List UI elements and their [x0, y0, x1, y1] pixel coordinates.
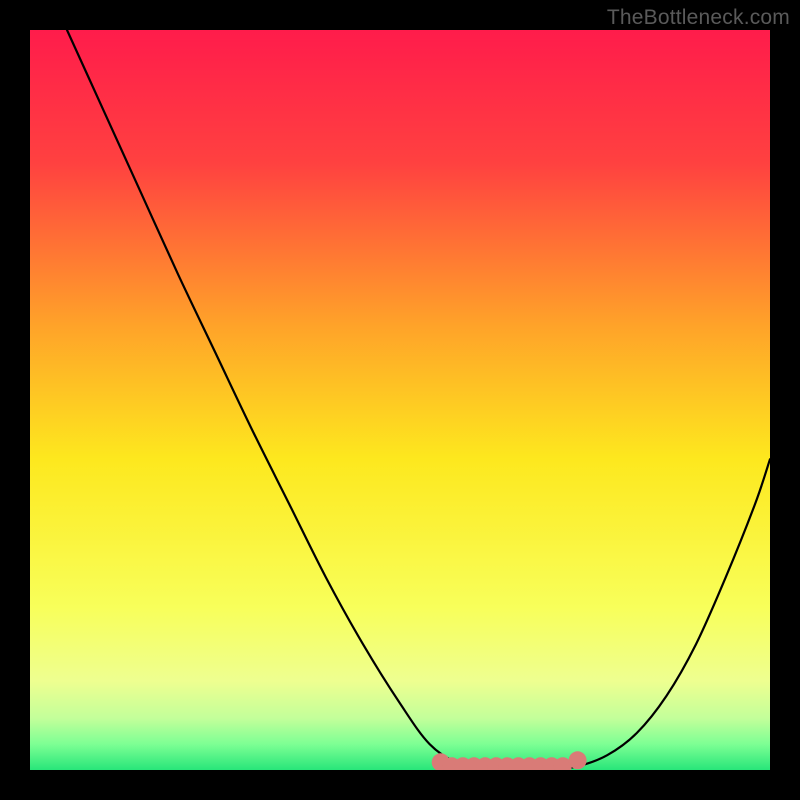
- chart-svg: [0, 0, 800, 800]
- highlight-dot: [569, 751, 587, 769]
- plot-background: [30, 30, 770, 770]
- watermark-text: TheBottleneck.com: [607, 6, 790, 30]
- chart-frame: TheBottleneck.com: [0, 0, 800, 800]
